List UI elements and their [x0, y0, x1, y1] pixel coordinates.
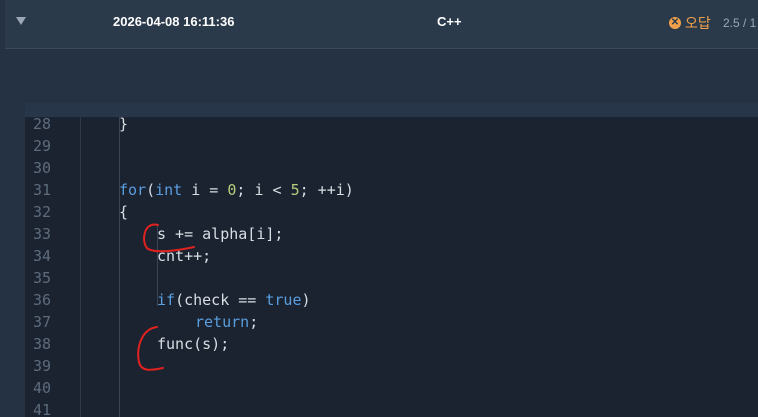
code-line: 28}	[25, 115, 758, 135]
code-line: 31 for(int i = 0; i < 5; ++i)	[25, 179, 758, 201]
line-number: 36	[33, 291, 52, 309]
line-number: 37	[33, 313, 52, 331]
chevron-down-icon[interactable]	[16, 17, 26, 25]
code-line: 33 s += alpha[i];	[25, 223, 758, 245]
line-number: 34	[33, 247, 52, 265]
line-number: 38	[33, 335, 52, 353]
line-number: 41	[33, 401, 52, 417]
submission-date: 2026-04-08 16:11:36	[113, 14, 235, 29]
line-number: 33	[33, 225, 52, 243]
code-text: return;	[195, 313, 259, 331]
x-circle-icon: ✕	[669, 17, 681, 29]
line-number: 35	[33, 269, 52, 287]
line-number: 30	[33, 159, 52, 177]
code-text: cnt++;	[157, 247, 212, 265]
code-line: 41	[25, 399, 758, 417]
code-text: }	[119, 115, 129, 133]
code-line: 34 cnt++;	[25, 245, 758, 267]
status-label: 오답	[685, 15, 711, 31]
status-badge: ✕ 오답	[669, 13, 711, 33]
code-line: 36 if(check == true)	[25, 289, 758, 311]
code-line: 30	[25, 157, 758, 179]
code-text: {	[119, 203, 129, 221]
code-line: 35	[25, 267, 758, 289]
code-line: 37 return;	[25, 311, 758, 333]
code-line: 40	[25, 377, 758, 399]
submission-language: C++	[437, 14, 462, 29]
line-number: 31	[33, 181, 52, 199]
score-text: 2.5 / 1	[723, 16, 757, 30]
code-text: for(int i = 0; i < 5; ++i)	[119, 181, 354, 199]
code-line: 29	[25, 135, 758, 157]
code-line: 39	[25, 355, 758, 377]
line-number: 40	[33, 379, 52, 397]
code-text: if(check == true)	[157, 291, 311, 309]
code-text: s += alpha[i];	[157, 225, 284, 243]
line-number: 29	[33, 137, 52, 155]
line-number: 28	[33, 115, 52, 133]
line-number: 39	[33, 357, 52, 375]
code-viewer[interactable]: 28} 29 30 31 for(int i = 0; i < 5; ++i) 32 {33…	[25, 103, 758, 417]
submission-header[interactable]: 2026-04-08 16:11:36 C++ ✕ 오답 2.5 / 1	[5, 0, 758, 49]
code-line: 38 func(s);	[25, 333, 758, 355]
code-text: func(s);	[157, 335, 230, 353]
code-line: 32 {	[25, 201, 758, 223]
line-number: 32	[33, 203, 52, 221]
